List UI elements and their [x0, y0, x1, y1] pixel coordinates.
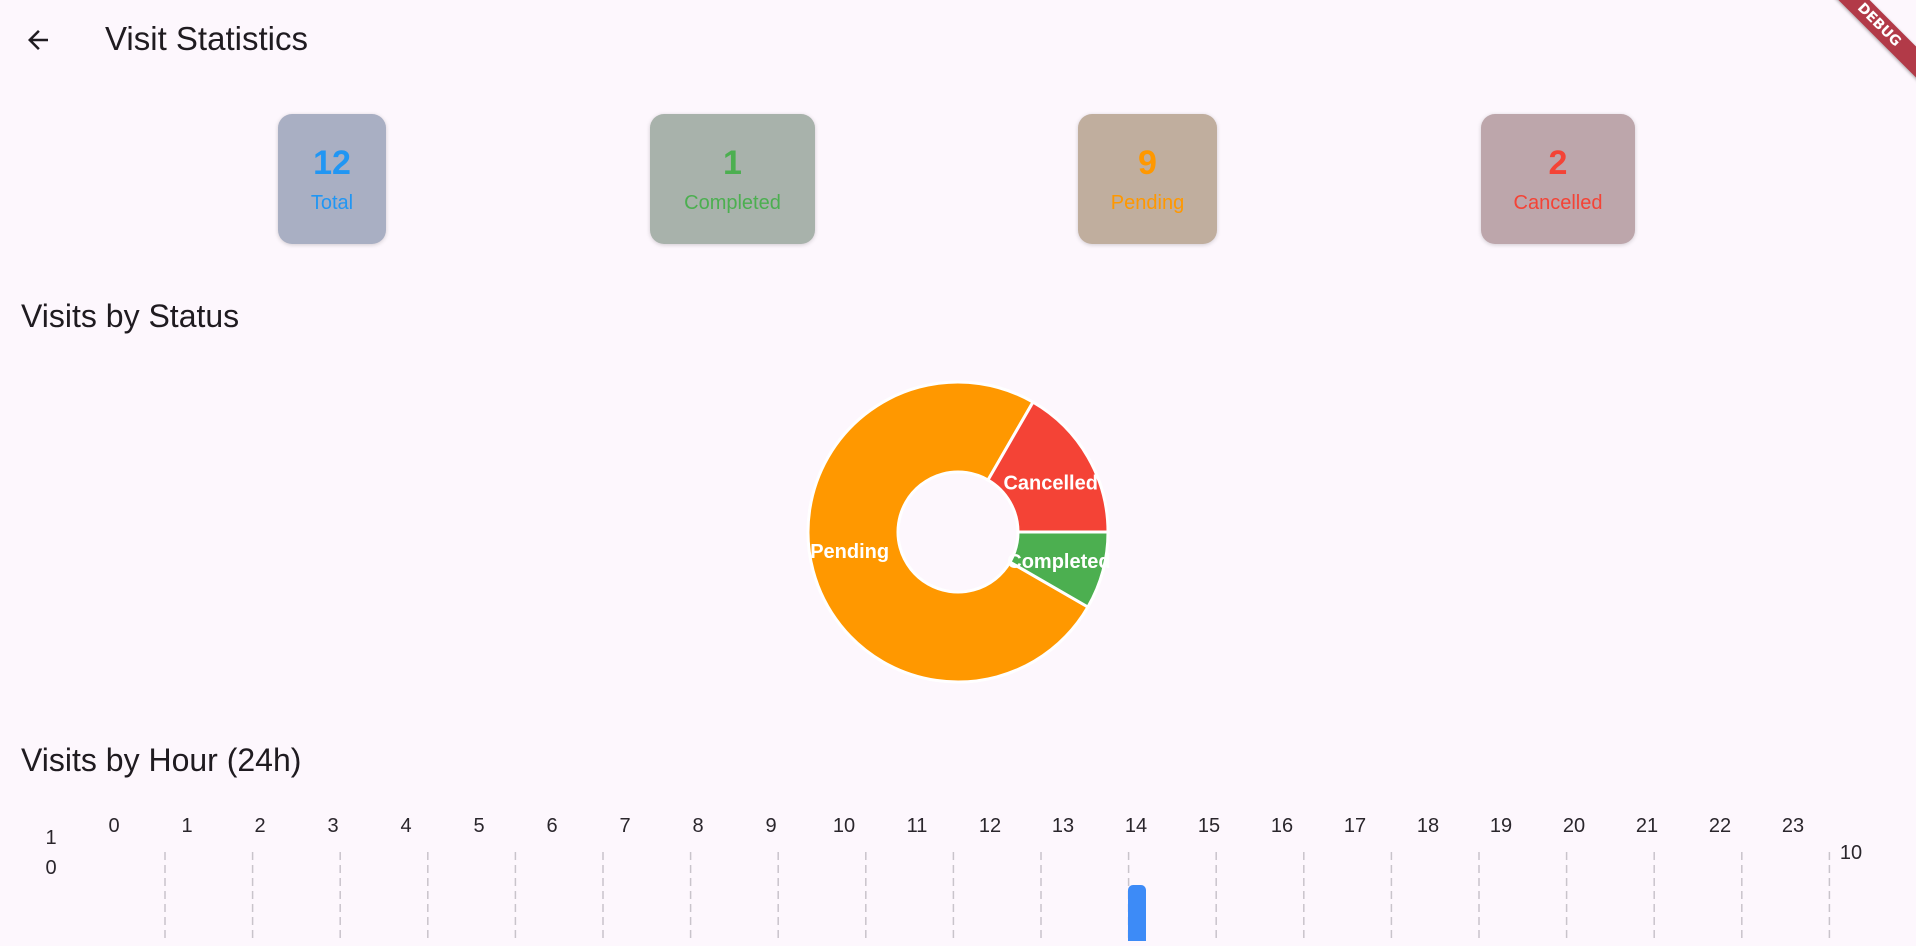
hour-tick-label: 18 — [1417, 815, 1439, 837]
stat-label-total: Total — [310, 192, 354, 214]
hour-tick-label: 17 — [1344, 815, 1366, 837]
hour-tick-label: 7 — [619, 815, 630, 837]
app-bar: Visit Statistics — [0, 0, 1916, 80]
hour-tick-label: 5 — [473, 815, 484, 837]
stat-value-completed: 1 — [723, 144, 742, 182]
pie-label-pending: Pending — [810, 541, 889, 563]
left-axis-label: 0 — [45, 857, 56, 879]
right-axis-label: 10 — [1840, 842, 1862, 864]
stat-label-completed: Completed — [684, 192, 781, 214]
stat-label-pending: Pending — [1110, 192, 1185, 214]
stat-value-cancelled: 2 — [1548, 144, 1568, 182]
hour-bar-14 — [1128, 885, 1146, 946]
stat-card-total: 12 Total — [278, 114, 386, 244]
hour-tick-label: 11 — [907, 815, 928, 837]
hour-tick-label: 8 — [692, 815, 703, 837]
hour-tick-label: 3 — [327, 815, 338, 837]
hour-tick-label: 23 — [1782, 815, 1804, 837]
hour-tick-label: 0 — [108, 815, 119, 837]
stat-value-pending: 9 — [1138, 144, 1157, 182]
hour-tick-label: 9 — [765, 815, 776, 837]
hour-tick-label: 2 — [254, 815, 265, 837]
stat-value-total: 12 — [313, 144, 351, 182]
hour-tick-label: 14 — [1125, 815, 1147, 837]
stat-card-completed: 1 Completed — [650, 114, 815, 244]
hour-tick-label: 22 — [1709, 815, 1731, 837]
hour-tick-label: 6 — [546, 815, 557, 837]
status-donut-chart: Pending Cancelled Completed — [800, 374, 1116, 690]
hour-tick-label: 19 — [1490, 815, 1512, 837]
left-axis-label: 1 — [45, 827, 56, 849]
hour-tick-label: 4 — [400, 815, 411, 837]
status-section-title: Visits by Status — [21, 298, 240, 334]
page-title: Visit Statistics — [105, 20, 308, 57]
hour-tick-label: 10 — [833, 815, 855, 837]
hour-tick-label: 1 — [181, 815, 192, 837]
back-button[interactable] — [14, 16, 62, 64]
hour-tick-label: 21 — [1636, 815, 1658, 837]
hour-tick-label: 15 — [1198, 815, 1220, 837]
hour-tick-label: 20 — [1563, 815, 1585, 837]
hour-tick-label: 13 — [1052, 815, 1074, 837]
stat-card-pending: 9 Pending — [1078, 114, 1217, 244]
hour-section-title: Visits by Hour (24h) — [21, 742, 302, 778]
stat-card-cancelled: 2 Cancelled — [1481, 114, 1635, 244]
hour-bar-chart: 1 0 10 0 1 2 3 4 5 6 7 8 9 10 11 12 13 14 15 16 17 18 19 20 21 22… — [0, 800, 1916, 946]
pie-label-cancelled: Cancelled — [1003, 473, 1097, 495]
hour-tick-label: 12 — [979, 815, 1001, 837]
pie-label-completed: Completed — [1007, 551, 1110, 573]
arrow-left-icon — [28, 30, 48, 50]
stat-label-cancelled: Cancelled — [1513, 192, 1603, 214]
hour-tick-label: 16 — [1271, 815, 1293, 837]
